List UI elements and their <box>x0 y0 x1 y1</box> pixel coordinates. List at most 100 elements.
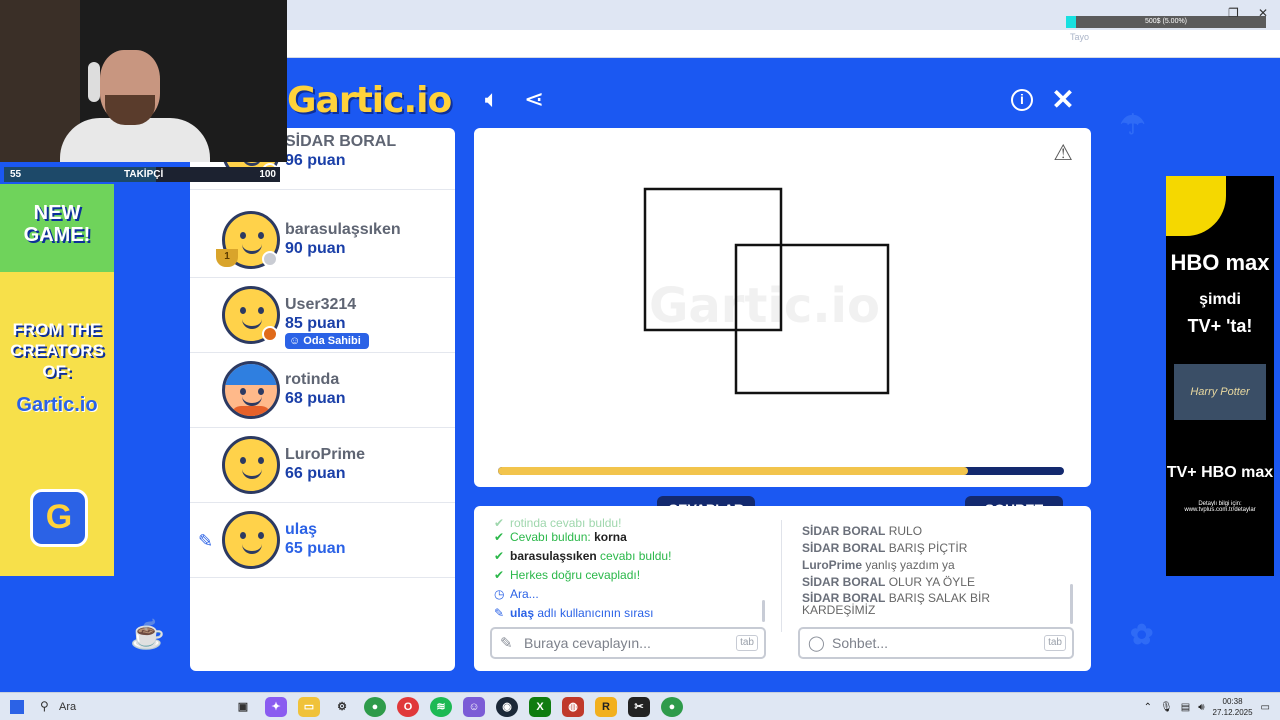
trophy-icon: 1 <box>216 249 238 267</box>
ad-brand: TV+ HBO max <box>1166 464 1274 481</box>
close-icon[interactable]: ✕ <box>1049 86 1077 114</box>
task-view-icon[interactable]: ▣ <box>232 697 254 717</box>
report-warning-icon[interactable]: ⚠ <box>1053 140 1073 166</box>
ad-subline: FROM THE CREATORS OF: <box>10 320 104 381</box>
chat-input-box[interactable]: ◯ tab <box>798 627 1074 659</box>
xbox-icon[interactable]: X <box>529 697 551 717</box>
search-icon: ⚲ <box>40 699 49 713</box>
close-window-icon[interactable]: ✕ <box>1258 6 1268 20</box>
pencil-icon: ✎ <box>500 635 513 652</box>
network-icon[interactable]: ▤ <box>1181 702 1190 713</box>
rockstar-icon[interactable]: R <box>595 697 617 717</box>
restore-window-icon[interactable]: ❐ <box>1228 6 1239 20</box>
answer-line: ◷ Ara... <box>494 585 774 604</box>
check-icon: ✔ <box>494 549 505 563</box>
gartic-g-icon: G <box>30 489 88 547</box>
room-owner-label: Oda Sahibi <box>303 335 361 347</box>
taskbar-search-label: Ara <box>59 701 77 713</box>
info-icon[interactable]: i <box>1011 89 1033 111</box>
drawing-strokes <box>643 187 890 395</box>
chat-message: SİDAR BORAL OLUR YA ÖYLE <box>802 575 975 589</box>
chat-input[interactable] <box>832 634 1032 652</box>
taskbar-search[interactable]: ⚲ Ara <box>34 695 220 719</box>
answer-line: ✔ barasulaşsıken cevabı buldu! <box>494 547 774 566</box>
chat-message: SİDAR BORAL RULO <box>802 524 923 538</box>
chat-bubble-icon: ◯ <box>808 635 825 652</box>
copilot-icon[interactable]: ✦ <box>265 697 287 717</box>
round-timer-bar <box>498 467 1064 475</box>
player-name: SİDAR BORAL <box>285 133 397 150</box>
player-avatar <box>222 436 280 494</box>
drawing-pencil-icon: ✎ <box>198 531 214 551</box>
discord-icon[interactable]: ☺ <box>463 697 485 717</box>
taskbar-clock[interactable]: 00:38 27.12.2025 <box>1213 696 1253 718</box>
answer-line: ✔ rotinda cevabı buldu! <box>494 518 622 528</box>
player-score: 68 puan <box>285 390 346 407</box>
capcut-icon[interactable]: ✂ <box>628 697 650 717</box>
player-name: ulaş <box>285 521 318 538</box>
player-row[interactable]: User3214 85 puan ☺ Oda Sahibi <box>190 278 455 353</box>
chat-message: SİDAR BORAL BARIŞ SALAK BİR KARDEŞİMİZ <box>802 591 991 617</box>
answer-line: ✔ Cevabı buldun: korna <box>494 528 774 547</box>
player-row[interactable]: LuroPrime 66 puan <box>190 428 455 503</box>
chat-scrollbar[interactable] <box>1070 584 1073 624</box>
player-list: SİDAR BORAL 96 puan 1 barasulaşsıken 90 … <box>190 128 455 671</box>
answer-input-box[interactable]: ✎ tab <box>490 627 766 659</box>
share-icon[interactable]: ⋖ <box>520 86 548 114</box>
tray-chevron-icon[interactable]: ⌃ <box>1144 702 1152 713</box>
chat-message: SİDAR BORAL BARIŞ PİÇTİR <box>802 541 968 555</box>
sound-icon[interactable]: 🔈︎ <box>478 86 506 114</box>
check-icon: ✔ <box>494 568 505 582</box>
volume-icon[interactable]: 🔊︎ <box>1198 702 1204 713</box>
ad-line: TV+ 'ta! <box>1187 316 1253 336</box>
player-score: 65 puan <box>285 540 346 557</box>
drawing-canvas[interactable]: Gartic.io ⚠ <box>474 128 1091 487</box>
answer-input[interactable] <box>524 634 724 652</box>
chrome-active-icon[interactable]: ● <box>661 697 683 717</box>
steam-icon[interactable]: ◉ <box>496 697 518 717</box>
player-score: 96 puan <box>285 152 346 169</box>
ad-poster: Harry Potter <box>1174 364 1266 420</box>
player-score: 90 puan <box>285 240 346 257</box>
stream-goal-fill <box>1066 16 1076 28</box>
spotify-icon[interactable]: ≋ <box>430 697 452 717</box>
player-row[interactable]: 1 barasulaşsıken 90 puan <box>190 203 455 278</box>
status-dot <box>262 251 278 267</box>
answers-scrollbar[interactable] <box>762 600 765 622</box>
chat-log: SİDAR BORAL RULO SİDAR BORAL BARIŞ PİÇTİ… <box>802 524 1062 619</box>
stream-goal-label: 500$ (5.00%) <box>1144 18 1188 25</box>
clock-date: 27.12.2025 <box>1212 708 1253 717</box>
player-avatar <box>222 361 280 419</box>
chat-message: LuroPrime yanlış yazdım ya <box>802 558 955 572</box>
file-explorer-icon[interactable]: ▭ <box>298 697 320 717</box>
obs-icon[interactable]: ◍ <box>562 697 584 717</box>
follower-label: TAKİPÇİ <box>124 169 164 180</box>
faded-tab-text: Tayo <box>1070 32 1090 42</box>
follower-count: 55 <box>10 169 22 180</box>
opera-icon[interactable]: O <box>397 697 419 717</box>
clock-icon: ◷ <box>494 587 505 601</box>
follower-goal-bar: 55 TAKİPÇİ 100 <box>4 167 280 182</box>
microphone-icon[interactable]: 🎙︎ <box>1160 702 1173 713</box>
gartic-logo[interactable]: Gartic.io <box>287 80 452 121</box>
windows-start-icon[interactable] <box>10 700 24 714</box>
round-timer-fill <box>498 467 968 475</box>
chrome-icon[interactable]: ● <box>364 697 386 717</box>
follower-goal: 100 <box>259 169 276 180</box>
streamer-webcam <box>0 0 287 162</box>
player-avatar <box>222 511 280 569</box>
right-advertisement[interactable]: HBO max şimdi TV+ 'ta! Harry Potter TV+ … <box>1166 176 1274 576</box>
settings-icon[interactable]: ⚙ <box>331 697 353 717</box>
player-name: rotinda <box>285 371 340 388</box>
ad-logo: Gartic.io <box>16 394 98 416</box>
left-advertisement[interactable]: NEW GAME! FROM THE CREATORS OF: Gartic.i… <box>0 184 114 576</box>
answers-log: ✔ rotinda cevabı buldu! ✔ Cevabı buldun: k… <box>494 518 774 623</box>
drawn-square-1 <box>643 187 783 332</box>
player-row[interactable]: rotinda 68 puan <box>190 353 455 428</box>
ad-fine-print: Detaylı bilgi için: www.tvplus.com.tr/de… <box>1184 501 1256 513</box>
player-name: User3214 <box>285 296 357 313</box>
tab-key-hint: tab <box>736 635 758 651</box>
notifications-icon[interactable]: ▭ <box>1261 702 1270 713</box>
status-dot <box>262 326 278 342</box>
player-row[interactable]: ✎ ulaş 65 puan <box>190 503 455 578</box>
